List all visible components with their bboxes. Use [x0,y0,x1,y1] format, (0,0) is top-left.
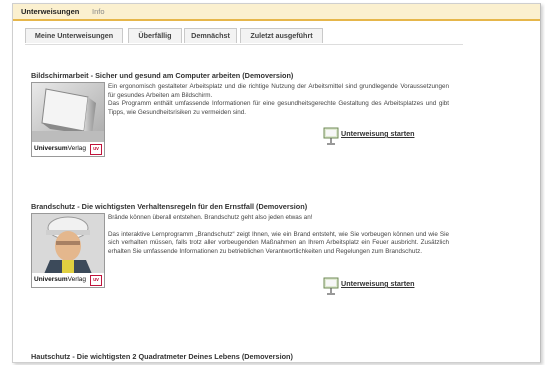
info-link[interactable]: Info [92,4,105,19]
course-description: Ein ergonomisch gestalteter Arbeitsplatz… [108,83,449,117]
title-bar: Unterweisungen Info [13,4,540,21]
course-hautschutz: Hautschutz - Die wichtigsten 2 Quadratme… [31,352,451,362]
presentation-board-icon[interactable] [323,277,339,295]
course-brandschutz: Brandschutz - Die wichtigsten Verhaltens… [31,202,451,302]
publisher-name-bold: Universum [34,145,68,152]
publisher-logo: UniversumVerlag uv [32,142,104,156]
publisher-logo: UniversumVerlag uv [32,273,104,287]
start-course-button[interactable]: Unterweisung starten [341,279,415,288]
tab-label: Demnächst [191,31,230,40]
course-thumbnail[interactable]: UniversumVerlag uv [31,82,105,157]
course-title: Hautschutz - Die wichtigsten 2 Quadratme… [31,352,293,361]
course-description: Brände können überall entstehen. Brandsc… [108,214,449,256]
main-window: Unterweisungen Info Meine Unterweisungen… [12,3,541,363]
publisher-name-rest: Verlag [67,276,87,283]
tab-demnaechst[interactable]: Demnächst [184,28,237,43]
course-title: Brandschutz - Die wichtigsten Verhaltens… [31,202,308,211]
monitor-photo [32,83,104,143]
tab-ueberfaellig[interactable]: Überfällig [128,28,182,43]
start-course-button[interactable]: Unterweisung starten [341,129,415,138]
publisher-name-rest: Verlag [67,145,87,152]
tab-divider [25,44,463,45]
description-paragraph: Das interaktive Lernprogramm „Brandschut… [108,230,449,255]
tab-label: Zuletzt ausgeführt [250,31,313,40]
page-title: Unterweisungen [21,7,80,16]
uv-logo-icon: uv [90,275,102,286]
tab-label: Meine Unterweisungen [34,31,114,40]
firefighter-photo [32,214,104,274]
description-paragraph: Ein ergonomisch gestalteter Arbeitsplatz… [108,83,449,99]
tab-meine-unterweisungen[interactable]: Meine Unterweisungen [25,28,123,43]
presentation-board-icon[interactable] [323,127,339,145]
description-paragraph: Brände können überall entstehen. Brandsc… [108,214,313,221]
course-bildschirmarbeit: Bildschirmarbeit - Sicher und gesund am … [31,71,451,171]
uv-logo-icon: uv [90,144,102,155]
course-title: Bildschirmarbeit - Sicher und gesund am … [31,71,294,80]
tab-label: Überfällig [138,31,172,40]
tab-zuletzt-ausgefuehrt[interactable]: Zuletzt ausgeführt [240,28,323,43]
description-paragraph: Das Programm enthält umfassende Informat… [108,100,449,116]
course-thumbnail[interactable]: UniversumVerlag uv [31,213,105,288]
publisher-name-bold: Universum [34,276,68,283]
